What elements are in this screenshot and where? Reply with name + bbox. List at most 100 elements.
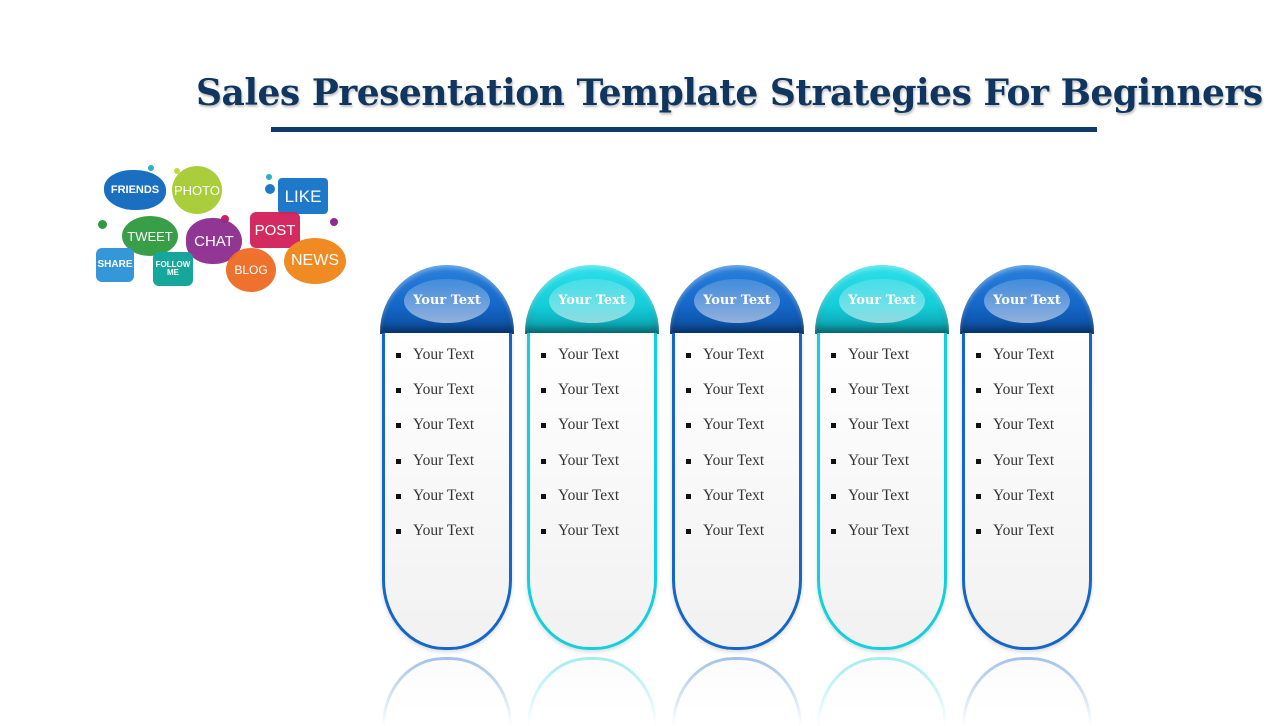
bullet-icon [976,528,981,534]
list-item: Your Text [396,416,509,451]
list-item-text: Your Text [413,346,475,363]
list-item-text: Your Text [993,416,1055,434]
bullet-icon [686,493,691,499]
column-reflection [672,657,802,726]
column-body: Your Text Your Text Your Text Your Text Your… [817,333,947,650]
slide-title: Sales Presentation Template Strategies F… [196,72,1263,114]
list-item-text: Your Text [993,451,1055,469]
column-body: Your Text Your Text Your Text Your Text Your… [527,333,657,650]
decor-dot [98,220,107,229]
bullet-icon [396,353,401,358]
bullet-icon [831,423,836,429]
bullet-icon [541,353,546,358]
bullet-icon [541,528,546,534]
list-item: Your Text [686,487,799,522]
list-item: Your Text [541,346,654,381]
list-item-text: Your Text [993,346,1055,363]
bullet-list: Your Text Your Text Your Text Your Text Your… [965,333,1089,557]
column-body: Your Text Your Text Your Text Your Text Your… [962,333,1092,650]
list-item-text: Your Text [558,486,620,504]
bullet-icon [976,388,981,394]
bullet-icon [396,458,401,464]
column-header: Your Text [815,265,949,334]
list-item: Your Text [541,452,654,487]
list-item-text: Your Text [993,521,1055,539]
list-item: Your Text [396,346,509,381]
list-item: Your Text [976,346,1089,381]
column-reflection [962,657,1092,726]
decor-dot [148,165,154,171]
column-header-text: Your Text [558,293,626,308]
column-reflection [527,657,657,726]
bubble-share: SHARE [96,248,134,282]
bullet-icon [396,388,401,394]
list-item-text: Your Text [848,416,910,434]
column-header-text: Your Text [413,293,481,308]
list-item: Your Text [396,452,509,487]
list-item-text: Your Text [703,521,765,539]
column-header: Your Text [960,265,1094,334]
list-item: Your Text [831,522,944,557]
column-reflection [817,657,947,726]
list-item-text: Your Text [848,451,910,469]
bullet-icon [976,458,981,464]
bubble-blog: BLOG [226,248,276,292]
bullet-icon [831,493,836,499]
list-item-text: Your Text [993,381,1055,399]
list-item: Your Text [976,381,1089,416]
bullet-icon [686,528,691,534]
list-item: Your Text [976,452,1089,487]
column-header: Your Text [380,265,514,334]
column-header-text: Your Text [703,293,771,308]
bullet-icon [976,423,981,429]
list-item: Your Text [686,522,799,557]
decor-dot [266,174,272,180]
bubble-follow-me: FOLLOW ME [153,252,193,286]
bullet-icon [976,353,981,358]
bullet-icon [541,388,546,394]
bullet-icon [541,423,546,429]
list-item-text: Your Text [703,451,765,469]
bullet-icon [831,353,836,358]
decor-dot [330,218,338,226]
bullet-icon [976,493,981,499]
column-header-text: Your Text [993,293,1061,308]
list-item-text: Your Text [703,416,765,434]
list-item-text: Your Text [413,486,475,504]
list-item: Your Text [831,452,944,487]
bullet-icon [541,458,546,464]
bullet-icon [831,388,836,394]
decor-dot [265,184,275,194]
bubble-like: LIKE [278,178,328,214]
list-item-text: Your Text [558,346,620,363]
column-body: Your Text Your Text Your Text Your Text Your… [672,333,802,650]
column-body: Your Text Your Text Your Text Your Text Your… [382,333,512,650]
bullet-icon [541,493,546,499]
bullet-list: Your Text Your Text Your Text Your Text Your… [530,333,654,557]
list-item-text: Your Text [558,416,620,434]
list-item-text: Your Text [558,521,620,539]
bubble-news: NEWS [284,238,346,284]
list-item-text: Your Text [413,451,475,469]
list-item: Your Text [831,381,944,416]
social-media-bubbles-icon: FRIENDS PHOTO LIKE TWEET CHAT POST SHARE… [88,160,350,310]
bullet-icon [396,528,401,534]
bubble-friends: FRIENDS [104,170,166,210]
list-item-text: Your Text [413,521,475,539]
column-reflection [382,657,512,726]
column-header: Your Text [525,265,659,334]
bullet-icon [686,388,691,394]
list-item: Your Text [831,346,944,381]
list-item: Your Text [831,487,944,522]
bullet-icon [831,528,836,534]
bullet-icon [396,493,401,499]
list-item-text: Your Text [703,381,765,399]
column-header-text: Your Text [848,293,916,308]
list-item-text: Your Text [703,486,765,504]
list-item-text: Your Text [558,451,620,469]
list-item-text: Your Text [703,346,765,363]
list-item-text: Your Text [848,521,910,539]
bullet-list: Your Text Your Text Your Text Your Text Your… [820,333,944,557]
list-item-text: Your Text [993,486,1055,504]
bullet-list: Your Text Your Text Your Text Your Text Your… [675,333,799,557]
